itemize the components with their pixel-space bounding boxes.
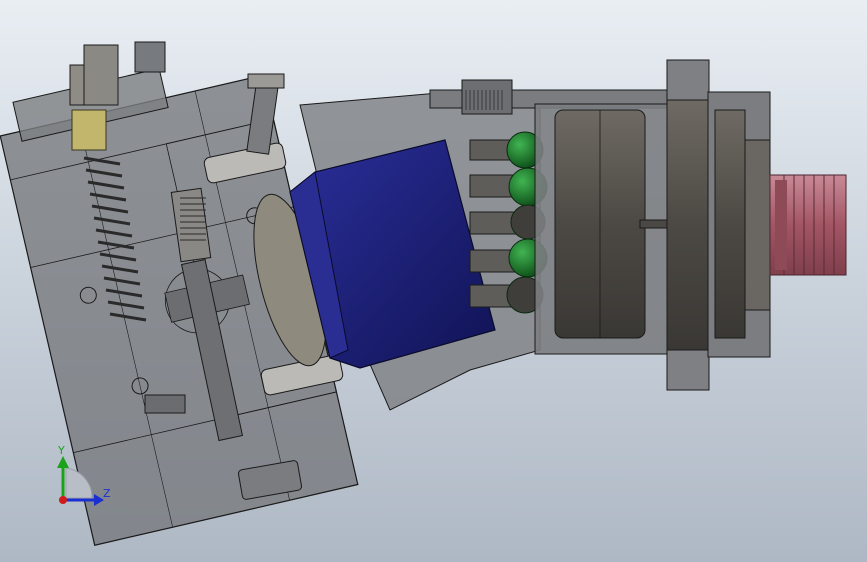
assembly-model-view[interactable]: Y Z	[0, 0, 867, 562]
x-axis-dot	[59, 496, 67, 504]
z-axis-label: Z	[103, 487, 111, 500]
graphics-viewport[interactable]: Y Z	[0, 0, 867, 562]
y-axis-label: Y	[57, 444, 65, 457]
